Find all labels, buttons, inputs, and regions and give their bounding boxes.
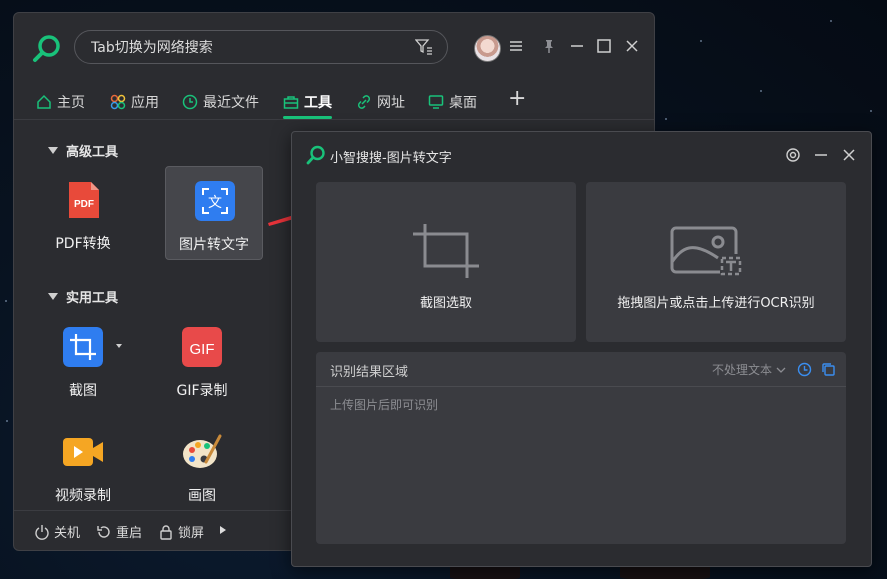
video-camera-icon [63, 438, 103, 466]
tab-tools[interactable]: 工具 [283, 89, 332, 119]
tool-label: PDF转换 [55, 236, 111, 252]
section-practical-tools[interactable]: 实用工具 [48, 287, 118, 306]
chevron-down-icon [776, 367, 786, 373]
minimize-icon[interactable] [813, 147, 829, 163]
history-clock-icon[interactable] [797, 362, 812, 377]
result-title: 识别结果区域 [330, 365, 409, 380]
crop-icon [413, 224, 479, 278]
tool-image-to-text[interactable]: 文 图片转文字 [165, 166, 263, 260]
restart-label: 重启 [116, 526, 143, 541]
tab-recent-files[interactable]: 最近文件 [182, 89, 259, 115]
screenshot-crop-icon [63, 327, 103, 367]
shutdown-button[interactable]: 关机 [34, 522, 80, 541]
pdf-icon: PDF [69, 182, 99, 218]
copy-icon[interactable] [821, 362, 836, 377]
svg-text:文: 文 [208, 195, 222, 211]
tool-gif-record[interactable]: GIF GIF录制 [153, 313, 251, 407]
tool-label: 画图 [188, 488, 216, 504]
upload-caption: 拖拽图片或点击上传进行OCR识别 [617, 296, 815, 311]
crop-caption: 截图选取 [419, 296, 472, 311]
close-icon[interactable] [624, 38, 640, 54]
image-text-icon: 文 [195, 181, 235, 221]
filter-icon[interactable] [415, 39, 433, 55]
power-icon [35, 524, 49, 540]
text-mode-label: 不处理文本 [711, 363, 772, 377]
home-icon [37, 94, 51, 109]
tool-label: GIF录制 [176, 383, 228, 399]
tool-label: 视频录制 [55, 488, 111, 504]
tab-urls[interactable]: 网址 [356, 89, 405, 115]
app-logo-icon [33, 35, 60, 62]
tab-label: 工具 [304, 95, 332, 111]
image-upload-icon [670, 226, 742, 276]
more-arrow-icon[interactable] [220, 526, 226, 534]
tab-label: 网址 [377, 95, 405, 111]
shutdown-label: 关机 [54, 526, 81, 541]
collapse-triangle-icon [48, 293, 58, 300]
user-avatar[interactable] [474, 35, 501, 62]
add-tab-button[interactable]: + [508, 85, 526, 111]
restart-button[interactable]: 重启 [96, 522, 142, 541]
tab-apps[interactable]: 应用 [110, 89, 159, 115]
ocr-window-title: 小智搜搜-图片转文字 [330, 151, 452, 166]
link-icon [357, 95, 371, 109]
apps-icon [110, 94, 126, 110]
close-icon[interactable] [841, 147, 857, 163]
tool-paint[interactable]: 画图 [153, 418, 251, 512]
section-advanced-tools[interactable]: 高级工具 [48, 141, 118, 160]
search-input[interactable] [89, 31, 393, 65]
maximize-icon[interactable] [596, 38, 612, 54]
toolbox-icon [283, 96, 299, 109]
tab-label: 应用 [131, 95, 159, 111]
lock-icon [160, 524, 172, 540]
tab-label: 最近文件 [203, 95, 259, 111]
pin-icon[interactable] [541, 38, 557, 54]
tool-screenshot[interactable]: 截图 [34, 313, 132, 407]
section-title: 高级工具 [66, 145, 119, 160]
result-placeholder: 上传图片后即可识别 [330, 398, 439, 412]
upload-card[interactable]: 拖拽图片或点击上传进行OCR识别 [586, 182, 846, 342]
clock-icon [182, 94, 198, 110]
ocr-window: 小智搜搜-图片转文字 截图选取 拖拽图片或点击上传进行OCR识别 识别结果区域 … [291, 131, 872, 567]
settings-icon[interactable] [785, 147, 801, 163]
restart-icon [97, 525, 110, 538]
result-header: 识别结果区域 不处理文本 [316, 352, 846, 387]
launcher-topbar [14, 13, 654, 83]
tab-desktop[interactable]: 桌面 [428, 89, 477, 115]
section-title: 实用工具 [66, 291, 119, 306]
tab-home[interactable]: 主页 [36, 89, 85, 115]
tool-label: 截图 [69, 383, 97, 399]
monitor-icon [428, 95, 444, 109]
result-area[interactable]: 识别结果区域 不处理文本 上传图片后即可识别 [316, 352, 846, 544]
tool-video-record[interactable]: 视频录制 [34, 418, 132, 512]
collapse-triangle-icon [48, 147, 58, 154]
app-logo-icon [306, 145, 325, 165]
menu-icon[interactable] [508, 38, 524, 54]
text-mode-select[interactable]: 不处理文本 [712, 361, 786, 378]
svg-text:PDF: PDF [74, 199, 94, 210]
crop-select-card[interactable]: 截图选取 [316, 182, 576, 342]
nav-tabs: 主页 应用 最近文件 工具 网址 桌面 + [14, 83, 654, 120]
tool-pdf-convert[interactable]: PDF PDF转换 [34, 166, 132, 260]
gif-icon: GIF [182, 327, 222, 367]
lock-screen-button[interactable]: 锁屏 [158, 522, 204, 541]
paint-palette-icon [183, 434, 222, 468]
tab-label: 桌面 [449, 95, 477, 111]
screenshot-dropdown-icon[interactable] [116, 344, 122, 348]
search-bar[interactable] [74, 30, 448, 65]
tool-label: 图片转文字 [179, 237, 249, 253]
svg-text:GIF: GIF [190, 341, 215, 358]
tab-label: 主页 [57, 95, 85, 111]
lock-label: 锁屏 [178, 526, 205, 541]
minimize-icon[interactable] [569, 38, 585, 54]
